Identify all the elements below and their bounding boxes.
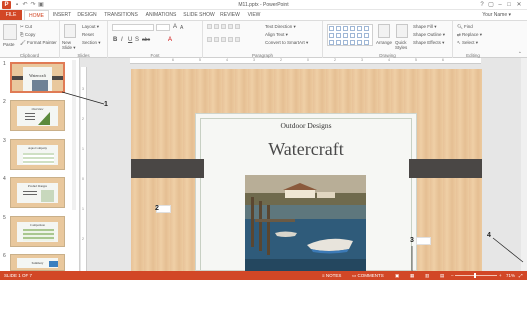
callout-number: 1 — [104, 101, 108, 108]
callout-number: 4 — [487, 232, 491, 239]
notes-label: NOTES — [325, 273, 342, 278]
slideshow-view-icon[interactable]: ▤ — [440, 273, 444, 279]
reading-view-icon[interactable]: ▥ — [425, 273, 429, 279]
comments-button[interactable]: ▭ COMMENTS — [352, 273, 384, 279]
zoom-level[interactable]: 71% — [506, 273, 515, 278]
notes-button[interactable]: ≡ NOTES — [322, 273, 341, 278]
normal-view-icon[interactable]: ▣ — [395, 273, 399, 279]
status-bar: SLIDE 1 OF 7 ≡ NOTES ▭ COMMENTS ▣ ▦ ▥ ▤ … — [0, 271, 527, 280]
zoom-slider[interactable] — [455, 275, 497, 276]
fit-slide-icon[interactable]: ⤢ — [519, 273, 523, 278]
zoom-slider-handle[interactable] — [474, 273, 476, 278]
zoom-out-icon[interactable]: – — [451, 273, 454, 278]
comments-label: COMMENTS — [357, 273, 384, 278]
callout-number: 2 — [155, 205, 159, 212]
callout-number: 3 — [410, 237, 414, 244]
page-background — [0, 280, 527, 321]
zoom-in-icon[interactable]: + — [499, 273, 502, 278]
slide-counter: SLIDE 1 OF 7 — [4, 273, 33, 278]
slide-sorter-icon[interactable]: ▦ — [410, 273, 414, 279]
callout-box — [416, 237, 431, 245]
